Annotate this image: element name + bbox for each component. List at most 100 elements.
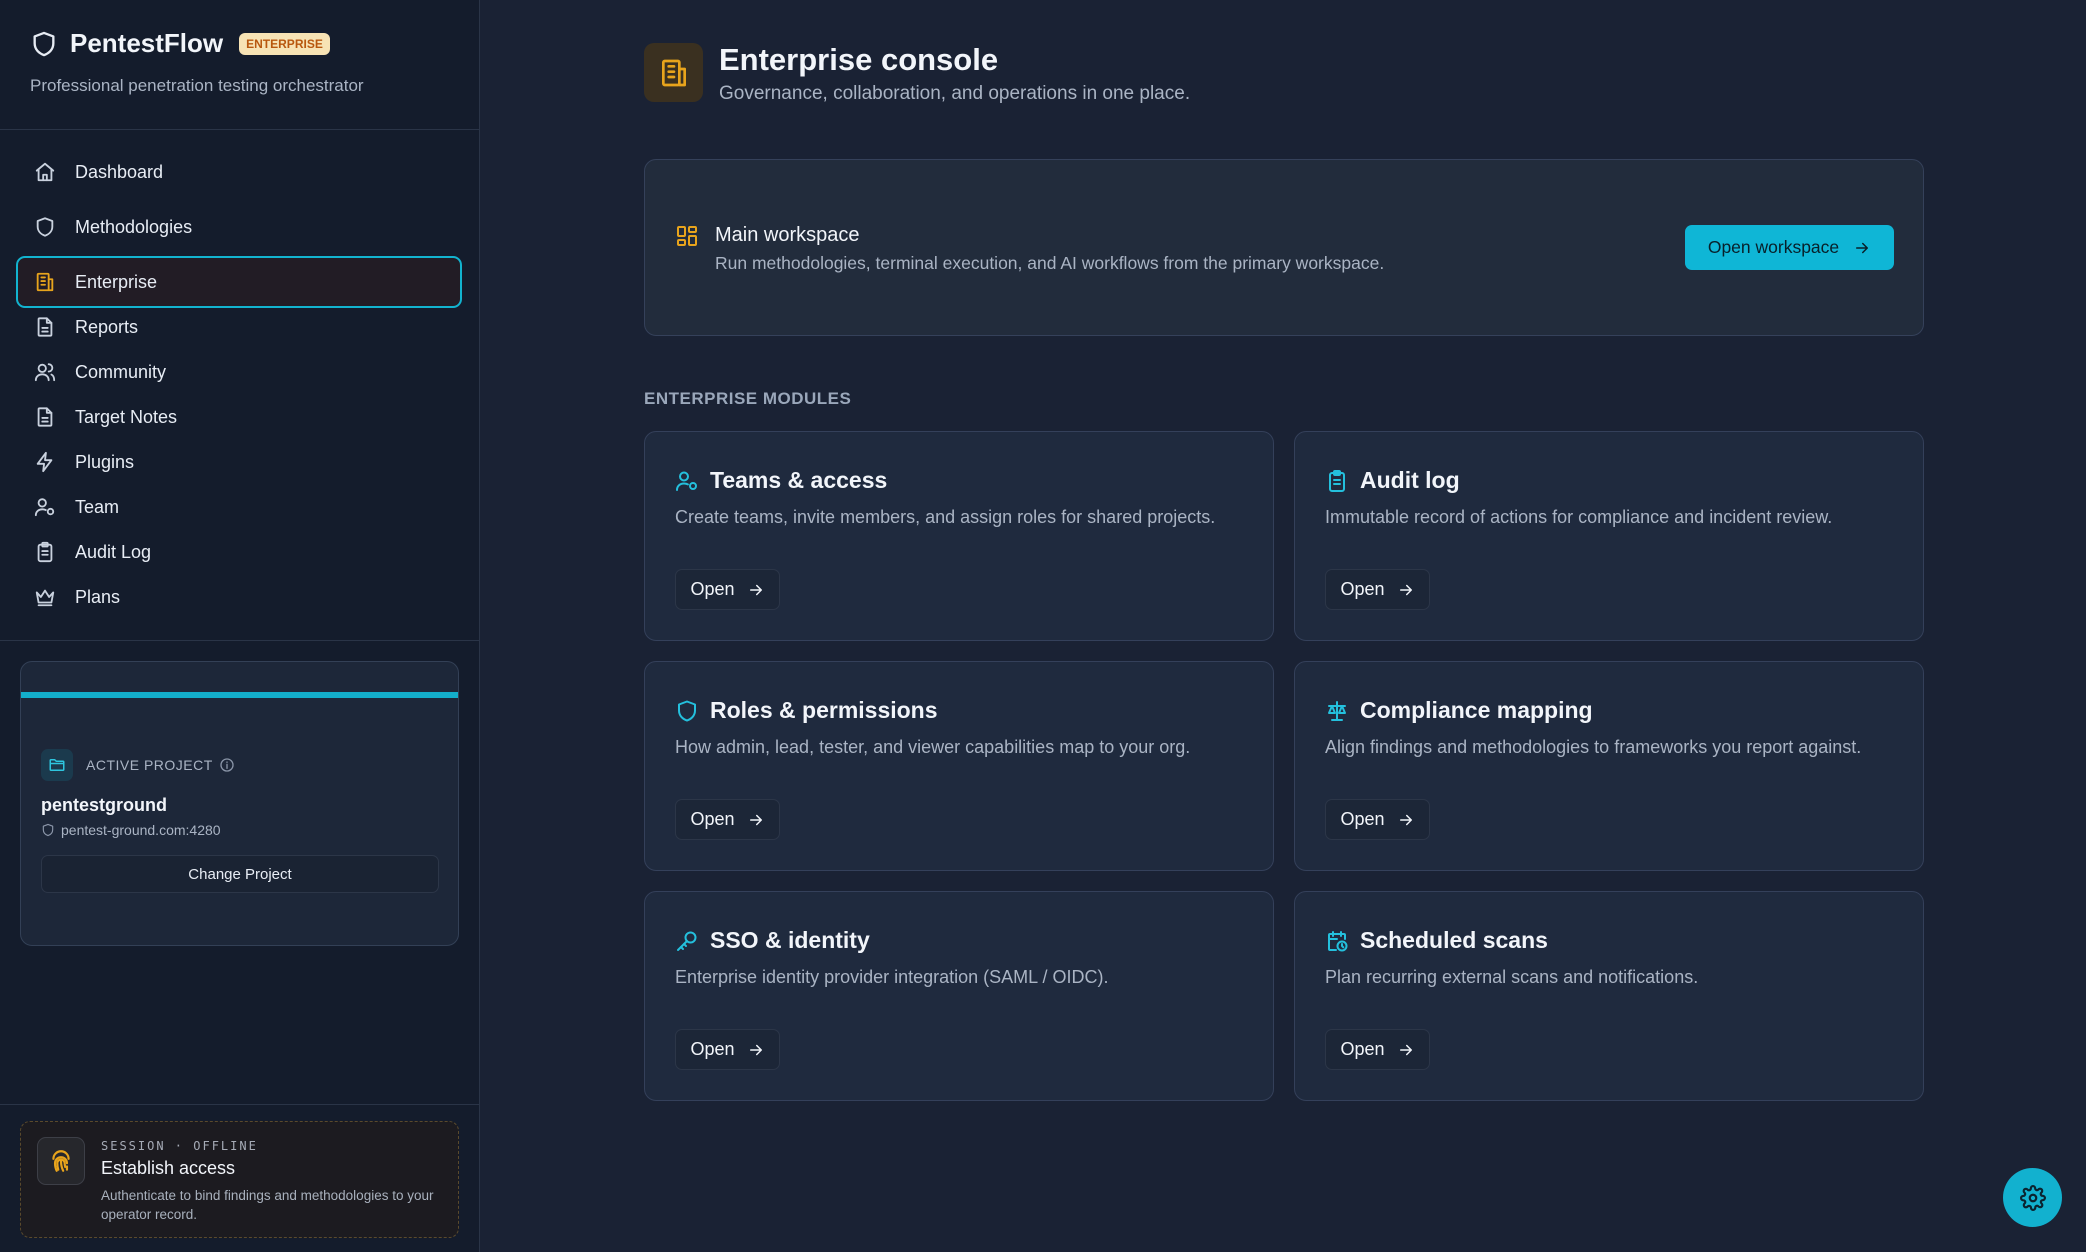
layout-grid-icon <box>675 224 699 248</box>
project-host-text: pentest-ground.com:4280 <box>61 822 221 838</box>
open-sso-button[interactable]: Open <box>675 1029 780 1070</box>
sidebar-item-community[interactable]: Community <box>30 352 460 392</box>
module-description: Immutable record of actions for complian… <box>1325 507 1833 527</box>
shield-icon <box>34 216 56 238</box>
sidebar: PentestFlow ENTERPRISE Professional pene… <box>0 0 480 1252</box>
users-icon <box>34 361 56 383</box>
module-description: Enterprise identity provider integration… <box>675 967 1109 987</box>
module-card-scheduled-scans: Scheduled scans Plan recurring external … <box>1294 891 1924 1101</box>
open-label: Open <box>1340 1039 1385 1059</box>
module-card-roles-permissions: Roles & permissions How admin, lead, tes… <box>644 661 1274 871</box>
open-teams-button[interactable]: Open <box>675 569 780 610</box>
page-subtitle: Governance, collaboration, and operation… <box>719 83 1191 104</box>
open-label: Open <box>690 579 735 599</box>
settings-button[interactable] <box>2003 1168 2062 1227</box>
section-title: ENTERPRISE MODULES <box>644 389 852 408</box>
sidebar-item-label: Reports <box>75 316 139 337</box>
sidebar-item-label: Community <box>75 361 167 382</box>
sidebar-item-dashboard[interactable]: Dashboard <box>30 152 460 192</box>
sidebar-item-label: Plans <box>75 586 121 607</box>
module-title: Roles & permissions <box>710 697 938 723</box>
building-icon <box>34 271 56 293</box>
plan-badge: ENTERPRISE <box>239 32 330 55</box>
sidebar-item-plans[interactable]: Plans <box>30 577 460 617</box>
sidebar-item-target-notes[interactable]: Target Notes <box>30 397 460 437</box>
crown-icon <box>34 586 56 608</box>
module-title: SSO & identity <box>710 927 870 953</box>
home-icon <box>34 161 56 183</box>
module-title: Teams & access <box>710 467 888 493</box>
zap-icon <box>34 451 56 473</box>
shield-icon <box>30 30 58 58</box>
sidebar-item-audit-log[interactable]: Audit Log <box>30 532 460 572</box>
open-label: Open <box>690 1039 735 1059</box>
active-project-label-text: ACTIVE PROJECT <box>86 757 213 773</box>
active-project-card: ACTIVE PROJECT pentestground pentest-gro… <box>20 661 459 946</box>
clipboard-list-icon <box>1325 469 1349 493</box>
session-description: Authenticate to bind findings and method… <box>101 1188 434 1222</box>
module-card-sso-identity: SSO & identity Enterprise identity provi… <box>644 891 1274 1101</box>
shield-icon <box>675 699 699 723</box>
arrow-right-icon <box>1385 1041 1415 1059</box>
open-compliance-button[interactable]: Open <box>1325 799 1430 840</box>
sidebar-item-enterprise[interactable]: Enterprise <box>16 256 462 308</box>
file-text-icon <box>34 316 56 338</box>
arrow-right-icon <box>1385 811 1415 829</box>
change-project-button[interactable]: Change Project <box>41 855 439 893</box>
sidebar-item-reports[interactable]: Reports <box>30 307 460 347</box>
divider <box>0 129 480 130</box>
module-title: Scheduled scans <box>1360 927 1548 953</box>
folder-icon <box>41 749 73 781</box>
arrow-right-icon <box>1839 239 1871 257</box>
open-workspace-label: Open workspace <box>1707 237 1840 257</box>
info-icon[interactable] <box>213 757 235 773</box>
gear-icon <box>2019 1184 2046 1211</box>
open-audit-log-button[interactable]: Open <box>1325 569 1430 610</box>
calendar-clock-icon <box>1325 929 1349 953</box>
main-workspace-card: Main workspace Run methodologies, termin… <box>644 159 1924 336</box>
sidebar-item-label: Methodologies <box>75 216 193 237</box>
project-accent-bar <box>21 692 458 698</box>
module-description: Create teams, invite members, and assign… <box>675 507 1216 527</box>
brand[interactable]: PentestFlow ENTERPRISE <box>30 28 330 59</box>
sidebar-item-label: Audit Log <box>75 541 152 562</box>
file-text-icon <box>34 406 56 428</box>
user-cog-icon <box>675 469 699 493</box>
brand-tagline: Professional penetration testing orchest… <box>30 76 364 95</box>
session-title: Establish access <box>101 1158 236 1178</box>
sidebar-item-label: Plugins <box>75 451 135 472</box>
sidebar-item-label: Dashboard <box>75 161 164 182</box>
building-icon <box>644 43 703 102</box>
open-label: Open <box>1340 809 1385 829</box>
scale-icon <box>1325 699 1349 723</box>
module-description: Align findings and methodologies to fram… <box>1325 737 1862 757</box>
module-card-teams-access: Teams & access Create teams, invite memb… <box>644 431 1274 641</box>
sidebar-item-plugins[interactable]: Plugins <box>30 442 460 482</box>
workspace-title: Main workspace <box>715 224 860 246</box>
sidebar-item-label: Team <box>75 496 120 517</box>
sidebar-item-team[interactable]: Team <box>30 487 460 527</box>
divider <box>0 1104 480 1105</box>
module-description: Plan recurring external scans and notifi… <box>1325 967 1699 987</box>
open-scheduled-scans-button[interactable]: Open <box>1325 1029 1430 1070</box>
clipboard-list-icon <box>34 541 56 563</box>
open-workspace-button[interactable]: Open workspace <box>1685 225 1894 270</box>
sidebar-item-label: Enterprise <box>75 271 158 292</box>
workspace-description: Run methodologies, terminal execution, a… <box>715 253 1385 273</box>
page-title: Enterprise console <box>719 42 999 77</box>
shield-icon <box>41 823 61 837</box>
fingerprint-icon <box>37 1137 85 1185</box>
divider <box>0 640 480 641</box>
module-title: Compliance mapping <box>1360 697 1593 723</box>
arrow-right-icon <box>735 1041 765 1059</box>
arrow-right-icon <box>1385 581 1415 599</box>
active-project-label: ACTIVE PROJECT <box>86 757 235 773</box>
sidebar-item-methodologies[interactable]: Methodologies <box>30 207 460 247</box>
open-roles-button[interactable]: Open <box>675 799 780 840</box>
open-label: Open <box>690 809 735 829</box>
open-label: Open <box>1340 579 1385 599</box>
session-card[interactable]: SESSION · OFFLINE Establish access Authe… <box>20 1121 459 1238</box>
arrow-right-icon <box>735 581 765 599</box>
sidebar-item-label: Target Notes <box>75 406 178 427</box>
session-status: SESSION · OFFLINE <box>101 1139 258 1153</box>
